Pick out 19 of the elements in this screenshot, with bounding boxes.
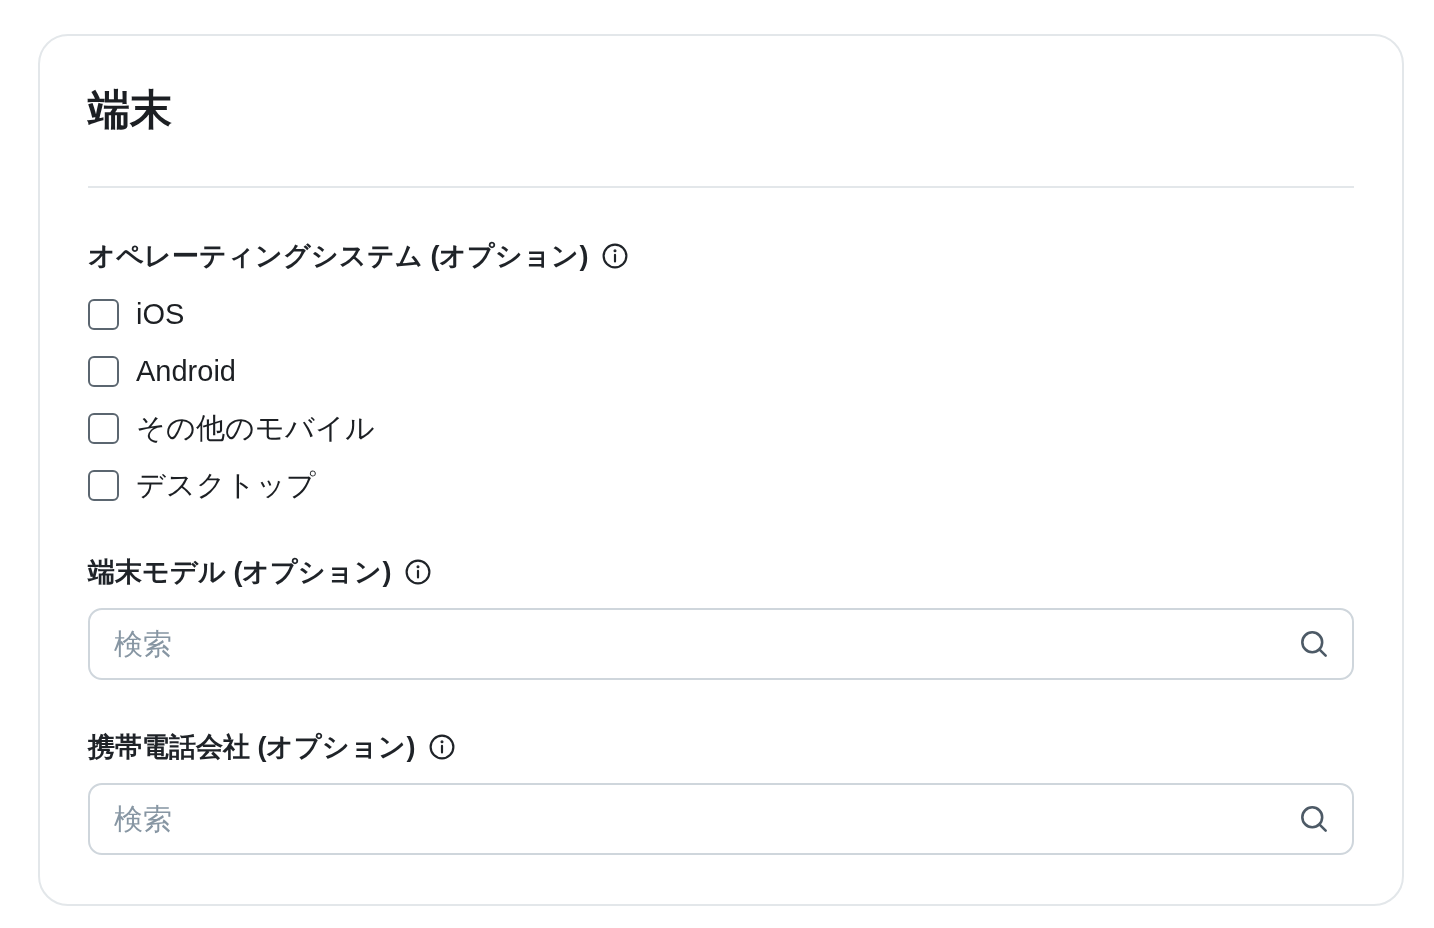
checkbox[interactable] <box>88 469 119 501</box>
info-icon[interactable] <box>602 243 629 269</box>
search-icon <box>1300 805 1328 833</box>
info-icon[interactable] <box>429 734 456 760</box>
card-title: 端末 <box>88 85 172 135</box>
checkbox-label[interactable]: Android <box>136 351 236 391</box>
search-icon <box>1300 630 1328 658</box>
checkbox-label[interactable]: デスクトップ <box>136 465 316 505</box>
search-field[interactable]: 検索 <box>88 783 1354 855</box>
field-label: 携帯電話会社 (オプション) <box>88 731 416 764</box>
checkbox[interactable] <box>88 298 119 330</box>
checkbox-label[interactable]: その他のモバイル <box>136 408 375 448</box>
info-icon[interactable] <box>405 559 432 585</box>
search-field[interactable]: 検索 <box>88 608 1354 680</box>
checkbox-label[interactable]: iOS <box>136 294 185 334</box>
field-label: 端末モデル (オプション) <box>88 556 392 589</box>
field-label: オペレーティングシステム (オプション) <box>88 240 589 273</box>
checkbox[interactable] <box>88 412 119 444</box>
checkbox[interactable] <box>88 355 119 387</box>
